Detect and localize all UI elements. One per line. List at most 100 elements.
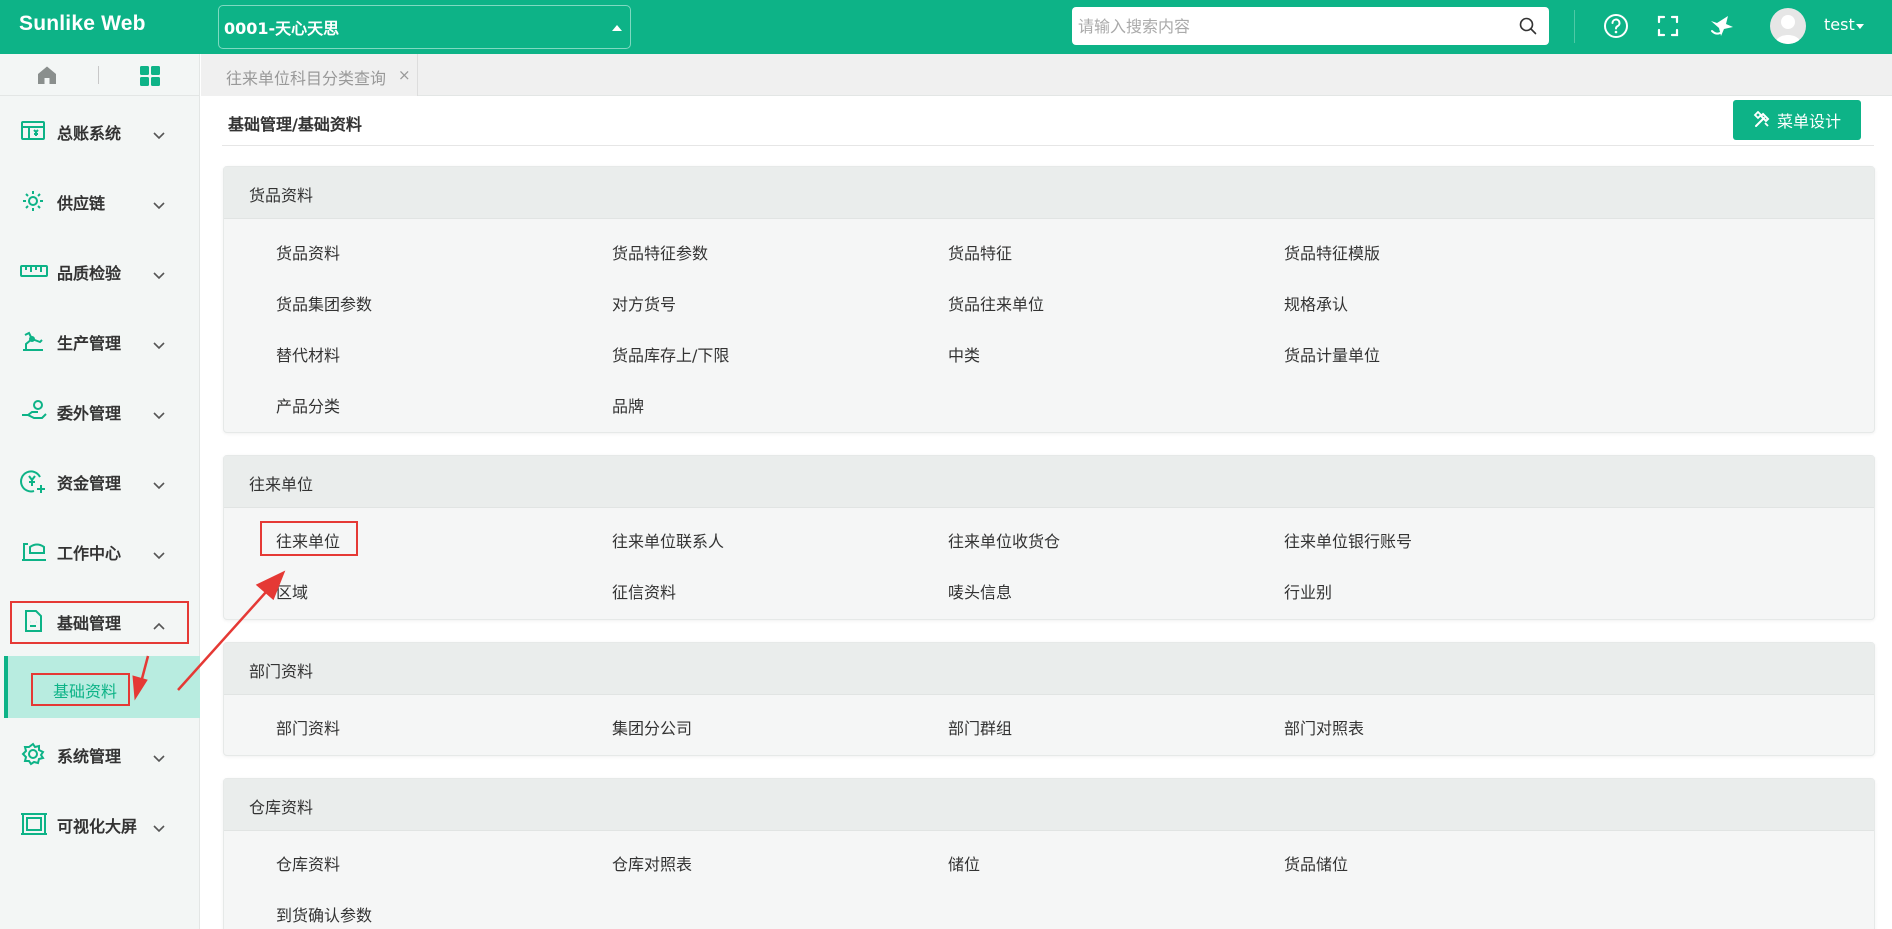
- link-item[interactable]: 部门群组: [948, 715, 1012, 739]
- link-item[interactable]: 货品集团参数: [276, 291, 372, 315]
- link-item[interactable]: 替代材料: [276, 342, 340, 366]
- menu-design-label: 菜单设计: [1776, 114, 1841, 131]
- sidebar-item-ledger[interactable]: 总账系统: [0, 111, 200, 151]
- sidebar-item-label: 系统管理: [57, 747, 122, 766]
- chevron-down-icon: [153, 405, 165, 424]
- help-icon[interactable]: [1602, 12, 1630, 40]
- section-card-departments: 部门资料 部门资料 集团分公司 部门群组 部门对照表: [223, 642, 1875, 756]
- sidebar-item-outsource[interactable]: 委外管理: [0, 391, 200, 431]
- sidebar-item-label: 总账系统: [57, 124, 122, 143]
- link-item[interactable]: 货品资料: [276, 240, 340, 264]
- link-item[interactable]: 部门资料: [276, 715, 340, 739]
- link-item[interactable]: 品牌: [612, 393, 644, 417]
- link-item[interactable]: 对方货号: [612, 291, 676, 315]
- tab-item[interactable]: 往来单位科目分类查询 ×: [201, 54, 418, 96]
- search-input[interactable]: [1072, 8, 1502, 44]
- link-item[interactable]: 到货确认参数: [276, 902, 372, 926]
- design-tools-icon: [1753, 111, 1770, 127]
- tab-bar: 往来单位科目分类查询 ×: [201, 54, 1892, 96]
- sidebar-item-label: 供应链: [57, 194, 106, 213]
- sidebar-item-label: 生产管理: [57, 334, 122, 353]
- sidebar-item-supply-chain[interactable]: 供应链: [0, 181, 200, 221]
- tab-label: 往来单位科目分类查询: [226, 69, 387, 88]
- annotation-highlight-box: [31, 673, 130, 706]
- link-item[interactable]: 征信资料: [612, 579, 676, 603]
- link-item[interactable]: 部门对照表: [1284, 715, 1364, 739]
- sidebar-item-production[interactable]: 生产管理: [0, 321, 200, 361]
- chevron-down-icon: [153, 748, 165, 767]
- section-header: 部门资料: [224, 643, 1874, 695]
- section-header: 货品资料: [224, 167, 1874, 219]
- link-item[interactable]: 规格承认: [1284, 291, 1348, 315]
- sidebar-item-system[interactable]: 系统管理: [0, 734, 200, 774]
- header-divider: [1574, 10, 1575, 43]
- link-item[interactable]: 唛头信息: [948, 579, 1012, 603]
- annotation-highlight-box: [10, 601, 189, 644]
- section-title: 部门资料: [249, 662, 314, 681]
- link-item[interactable]: 中类: [948, 342, 980, 366]
- link-item[interactable]: 往来单位收货仓: [948, 528, 1060, 552]
- link-item[interactable]: 货品特征模版: [1284, 240, 1380, 264]
- link-item[interactable]: 区域: [276, 579, 308, 603]
- caret-up-icon: [612, 25, 622, 31]
- sidebar-item-label: 品质检验: [57, 264, 122, 283]
- section-card-warehouses: 仓库资料 仓库资料 仓库对照表 储位 货品储位 到货确认参数: [223, 778, 1875, 929]
- link-item[interactable]: 货品储位: [1284, 851, 1348, 875]
- link-item[interactable]: 仓库对照表: [612, 851, 692, 875]
- sidebar-toolbar: [0, 54, 199, 96]
- link-item[interactable]: 仓库资料: [276, 851, 340, 875]
- user-name[interactable]: test: [1824, 15, 1855, 34]
- fullscreen-icon[interactable]: [1654, 12, 1682, 40]
- avatar[interactable]: [1770, 8, 1806, 44]
- link-item[interactable]: 货品特征: [948, 240, 1012, 264]
- screen-icon: [20, 812, 47, 836]
- section-title: 往来单位: [249, 475, 314, 494]
- section-title: 仓库资料: [249, 798, 314, 817]
- close-icon[interactable]: ×: [398, 66, 411, 84]
- menu-design-button[interactable]: 菜单设计: [1733, 100, 1861, 140]
- workcenter-icon: [20, 539, 46, 563]
- sidebar-item-funds[interactable]: 资金管理: [0, 461, 200, 501]
- sidebar-item-workcenter[interactable]: 工作中心: [0, 531, 200, 571]
- breadcrumb: 基础管理/基础资料: [228, 115, 362, 134]
- production-icon: [20, 329, 46, 353]
- sidebar-item-label: 委外管理: [57, 404, 122, 423]
- settings-icon: [20, 742, 46, 766]
- link-item[interactable]: 产品分类: [276, 393, 340, 417]
- section-card-products: 货品资料 货品资料 货品特征参数 货品特征 货品特征模版 货品集团参数 对方货号…: [223, 166, 1875, 433]
- link-item[interactable]: 往来单位银行账号: [1284, 528, 1412, 552]
- top-header: Sunlike Web 0001-天心天思 test: [0, 0, 1892, 54]
- link-item[interactable]: 货品特征参数: [612, 240, 708, 264]
- link-item[interactable]: 货品库存上/下限: [612, 342, 729, 366]
- link-item[interactable]: 往来单位联系人: [612, 528, 724, 552]
- annotation-highlight-box: [260, 521, 358, 556]
- chevron-down-icon: [153, 265, 165, 284]
- chevron-down-icon: [153, 545, 165, 564]
- chevron-down-icon: [153, 818, 165, 837]
- company-select-value: 0001-天心天思: [224, 19, 340, 38]
- sidebar-item-dashboard[interactable]: 可视化大屏: [0, 804, 200, 844]
- outsource-icon: [20, 399, 47, 423]
- app-logo[interactable]: Sunlike Web: [19, 12, 146, 36]
- link-item[interactable]: 储位: [948, 851, 980, 875]
- ledger-icon: [20, 119, 46, 143]
- link-item[interactable]: 货品往来单位: [948, 291, 1044, 315]
- chevron-down-icon[interactable]: [1856, 24, 1864, 29]
- link-item[interactable]: 货品计量单位: [1284, 342, 1380, 366]
- supply-chain-icon: [20, 189, 46, 213]
- sidebar-item-label: 可视化大屏: [57, 817, 138, 836]
- link-item[interactable]: 行业别: [1284, 579, 1332, 603]
- sidebar-item-label: 工作中心: [57, 544, 122, 563]
- grid-icon[interactable]: [140, 66, 160, 90]
- chevron-down-icon: [153, 125, 165, 144]
- toolbar-divider: [98, 66, 99, 84]
- theme-icon[interactable]: [1708, 12, 1736, 40]
- sidebar-item-quality[interactable]: 品质检验: [0, 251, 200, 291]
- link-item[interactable]: 集团分公司: [612, 715, 692, 739]
- breadcrumb-divider: [222, 145, 1874, 146]
- funds-icon: [20, 469, 46, 493]
- company-select[interactable]: 0001-天心天思: [218, 5, 631, 49]
- search-icon[interactable]: [1519, 17, 1537, 39]
- home-icon[interactable]: [36, 65, 58, 89]
- chevron-down-icon: [153, 335, 165, 354]
